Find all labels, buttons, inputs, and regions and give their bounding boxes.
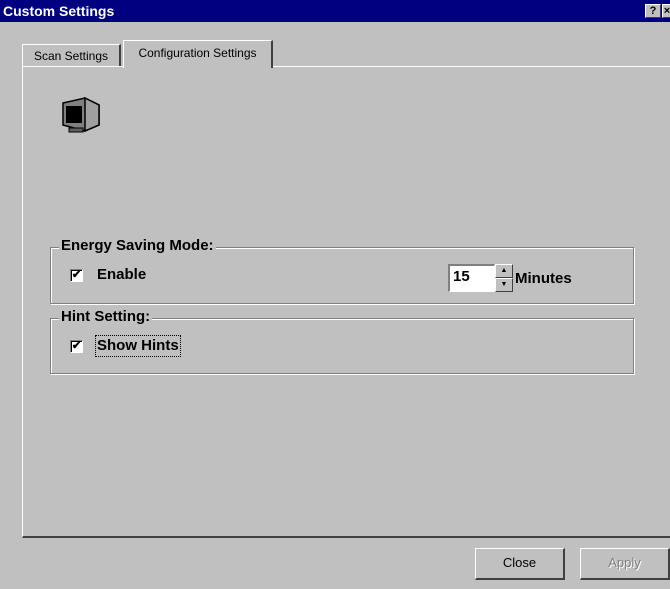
minutes-label: Minutes <box>515 270 572 287</box>
help-button[interactable]: ? <box>645 4 661 18</box>
minutes-input[interactable]: 15 <box>448 264 495 292</box>
tab-scan-settings[interactable]: Scan Settings <box>22 44 121 66</box>
close-button[interactable]: Close <box>475 548 565 580</box>
window-title: Custom Settings <box>3 3 115 19</box>
show-hints-label[interactable]: Show Hints <box>95 335 181 357</box>
hint-setting-title: Hint Setting: <box>59 308 153 326</box>
energy-saving-title: Energy Saving Mode: <box>59 237 216 255</box>
show-hints-checkbox[interactable]: ✔ <box>70 340 83 353</box>
spin-down-button[interactable]: ▼ <box>495 278 513 292</box>
close-window-button[interactable]: × <box>662 4 670 18</box>
title-bar: Custom Settings ? × <box>0 0 670 22</box>
spin-up-button[interactable]: ▲ <box>495 264 513 278</box>
enable-label[interactable]: Enable <box>97 266 146 284</box>
enable-checkbox[interactable]: ✔ <box>70 269 83 282</box>
tab-configuration-settings[interactable]: Configuration Settings <box>123 40 273 68</box>
monitor-power-save-icon <box>59 95 103 135</box>
apply-button[interactable]: Apply <box>580 548 670 580</box>
